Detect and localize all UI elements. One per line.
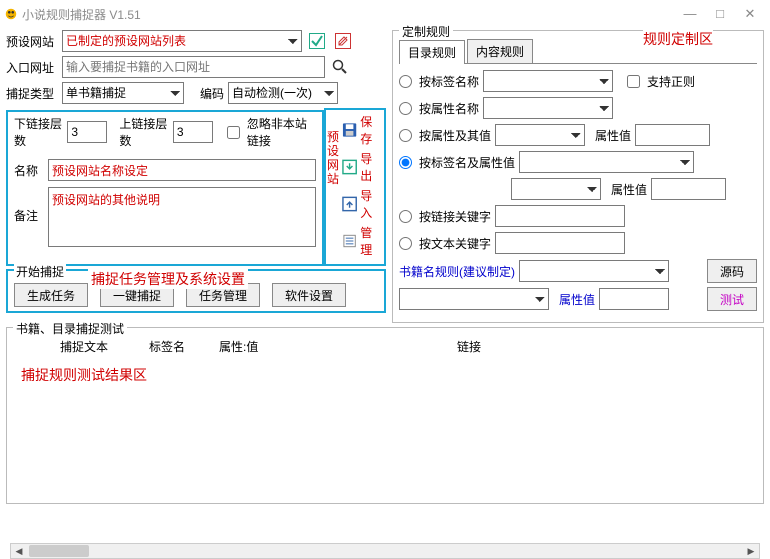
prop-val-input1[interactable] xyxy=(635,124,710,146)
ignore-ext-label: 忽略非本站链接 xyxy=(247,115,316,149)
radio-text-key-label: 按文本关键字 xyxy=(419,235,491,252)
capture-type-select[interactable]: 单书籍捕捉 xyxy=(62,82,184,104)
task-annotation: 捕捉任务管理及系统设置 xyxy=(88,269,248,289)
attr-name-select[interactable] xyxy=(483,97,613,119)
book-name-label: 书籍名规则(建议制定) xyxy=(399,263,515,280)
up-layers-input[interactable] xyxy=(173,121,213,143)
radio-attr-name[interactable] xyxy=(399,102,412,115)
test-button[interactable]: 测试 xyxy=(707,287,757,311)
result-annotation: 捕捉规则测试结果区 xyxy=(21,367,147,383)
prop-val-label1: 属性值 xyxy=(595,127,631,144)
radio-tag-name-label: 按标签名称 xyxy=(419,73,479,90)
book-attr-select[interactable] xyxy=(399,288,549,310)
note-textarea[interactable]: 预设网站的其他说明 xyxy=(48,187,316,247)
prop-val-input2[interactable] xyxy=(651,178,726,200)
link-key-input[interactable] xyxy=(495,205,625,227)
close-button[interactable]: ✕ xyxy=(742,6,758,22)
regex-checkbox[interactable] xyxy=(627,75,640,88)
col-link: 链接 xyxy=(369,338,569,355)
result-body: 捕捉规则测试结果区 xyxy=(11,359,759,499)
entry-url-label: 入口网址 xyxy=(6,59,58,76)
book-name-select[interactable] xyxy=(519,260,669,282)
gen-task-button[interactable]: 生成任务 xyxy=(14,283,88,307)
scroll-left-icon[interactable]: ◀ xyxy=(11,544,27,558)
import-action[interactable]: 导入 xyxy=(342,187,383,221)
scroll-thumb[interactable] xyxy=(29,545,89,557)
down-layers-label: 下链接层数 xyxy=(14,115,63,149)
rules-group-label: 定制规则 xyxy=(399,23,453,40)
encoding-select[interactable]: 自动检测(一次) xyxy=(228,82,338,104)
rules-annotation: 规则定制区 xyxy=(643,29,713,49)
start-capture-label: 开始捕捉 xyxy=(14,263,66,280)
radio-text-key[interactable] xyxy=(399,237,412,250)
edit-icon[interactable] xyxy=(332,30,354,52)
h-scrollbar[interactable]: ◀ ▶ xyxy=(10,543,760,559)
save-action[interactable]: 保存 xyxy=(342,113,383,147)
attr-sel2[interactable] xyxy=(511,178,601,200)
result-group-label: 书籍、目录捕捉测试 xyxy=(13,320,127,337)
prop-val-input3[interactable] xyxy=(599,288,669,310)
radio-attr-name-label: 按属性名称 xyxy=(419,100,479,117)
name-input[interactable] xyxy=(48,159,316,181)
window-title: 小说规则捕捉器 V1.51 xyxy=(22,6,141,23)
tag-attr-select[interactable] xyxy=(519,151,694,173)
search-icon[interactable] xyxy=(329,56,351,78)
titlebar: 小说规则捕捉器 V1.51 — □ ✕ xyxy=(0,0,770,28)
name-label: 名称 xyxy=(14,162,44,179)
col-text: 捕捉文本 xyxy=(19,338,149,355)
attr-sel1[interactable] xyxy=(495,124,585,146)
col-attr: 属性:值 xyxy=(219,338,369,355)
encoding-label: 编码 xyxy=(200,85,224,102)
text-key-input[interactable] xyxy=(495,232,625,254)
preset-site-label: 预设网站 xyxy=(6,33,58,50)
ignore-ext-checkbox[interactable] xyxy=(227,126,240,139)
preset-sidebar-label: 预设网站 xyxy=(327,130,339,186)
settings-button[interactable]: 软件设置 xyxy=(272,283,346,307)
up-layers-label: 上链接层数 xyxy=(119,115,168,149)
radio-tag-attr-label: 按标签名及属性值 xyxy=(419,154,515,171)
down-layers-input[interactable] xyxy=(67,121,107,143)
tab-content[interactable]: 内容规则 xyxy=(467,39,533,63)
source-button[interactable]: 源码 xyxy=(707,259,757,283)
radio-attr-value-label: 按属性及其值 xyxy=(419,127,491,144)
tag-name-select[interactable] xyxy=(483,70,613,92)
col-tag: 标签名 xyxy=(149,338,219,355)
radio-tag-attr[interactable] xyxy=(399,156,412,169)
scroll-right-icon[interactable]: ▶ xyxy=(743,544,759,558)
app-icon xyxy=(4,7,18,21)
prop-val-label2: 属性值 xyxy=(611,181,647,198)
tab-catalog[interactable]: 目录规则 xyxy=(399,40,465,64)
radio-link-key[interactable] xyxy=(399,210,412,223)
save-icon xyxy=(342,122,357,138)
radio-link-key-label: 按链接关键字 xyxy=(419,208,491,225)
import-icon xyxy=(342,196,357,212)
manage-icon xyxy=(342,233,357,249)
note-label: 备注 xyxy=(14,187,44,224)
radio-attr-value[interactable] xyxy=(399,129,412,142)
capture-type-label: 捕捉类型 xyxy=(6,85,58,102)
export-icon xyxy=(342,159,357,175)
minimize-button[interactable]: — xyxy=(682,6,698,22)
check-icon[interactable] xyxy=(306,30,328,52)
regex-label: 支持正则 xyxy=(647,73,695,90)
export-action[interactable]: 导出 xyxy=(342,150,383,184)
preset-sidebar: 预设网站 保存 导出 导入 管理 xyxy=(324,108,386,266)
prop-val-label3: 属性值 xyxy=(559,291,595,308)
maximize-button[interactable]: □ xyxy=(712,6,728,22)
rules-group: 定制规则 规则定制区 目录规则 内容规则 按标签名称 支持正则 按属性名称 按属… xyxy=(392,30,764,323)
entry-url-input[interactable] xyxy=(62,56,325,78)
manage-action[interactable]: 管理 xyxy=(342,224,383,258)
radio-tag-name[interactable] xyxy=(399,75,412,88)
result-group: 书籍、目录捕捉测试 捕捉文本 标签名 属性:值 链接 捕捉规则测试结果区 xyxy=(6,327,764,504)
preset-site-select[interactable]: 已制定的预设网站列表 xyxy=(62,30,302,52)
